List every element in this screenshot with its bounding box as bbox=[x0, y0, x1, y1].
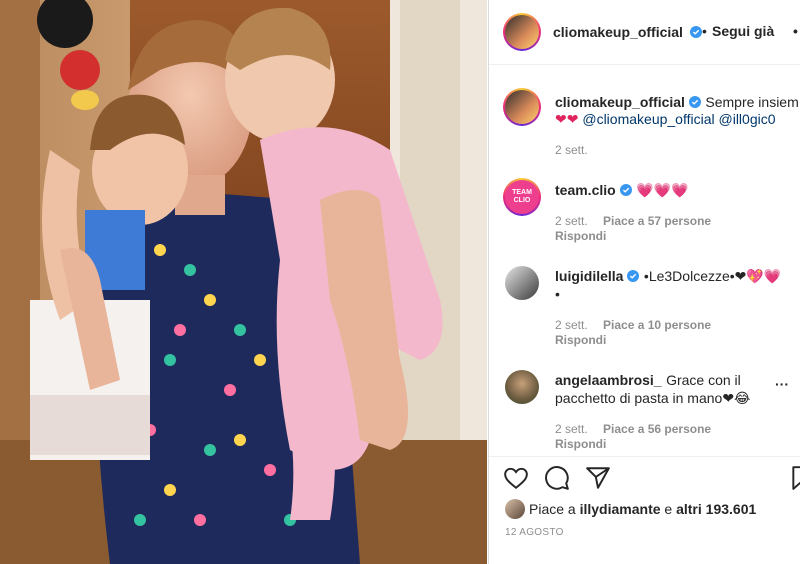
author-avatar-image bbox=[505, 15, 539, 49]
comment-2-username[interactable]: luigidilella bbox=[555, 268, 623, 284]
post-photo[interactable] bbox=[0, 0, 487, 564]
caption-line2: ❤❤ @cliomakeup_official @ill0gic0 bbox=[555, 111, 776, 128]
comment-2-likes[interactable]: Piace a 10 persone bbox=[603, 318, 711, 332]
comment-1-username[interactable]: team.clio bbox=[555, 182, 616, 198]
more-options-icon[interactable]: • bbox=[793, 23, 798, 39]
comment-2-text: •Le3Dolcezze•❤💖💗 bbox=[643, 268, 782, 284]
likes-summary: Piace a illydiamante e altri 193.601 bbox=[529, 501, 756, 517]
caption-avatar[interactable] bbox=[503, 88, 541, 126]
author-username[interactable]: cliomakeup_official bbox=[553, 24, 683, 40]
likes-user[interactable]: illydiamante bbox=[580, 501, 661, 517]
likes-middle: e bbox=[664, 501, 673, 517]
comment-avatar-angelaambrosi[interactable] bbox=[505, 370, 539, 404]
comment-3-text-line2: pacchetto di pasta in mano❤😂 bbox=[555, 390, 751, 406]
caption-mention-1[interactable]: @cliomakeup_official bbox=[582, 111, 714, 127]
header-dot: • bbox=[702, 23, 707, 39]
comment-2-time[interactable]: 2 sett. bbox=[555, 318, 588, 332]
caption-time[interactable]: 2 sett. bbox=[555, 143, 588, 157]
likes-prefix: Piace a bbox=[529, 501, 576, 517]
caption: cliomakeup_official Sempre insiem bbox=[555, 94, 800, 112]
comment-2-meta: 2 sett. Piace a 10 persone bbox=[555, 318, 711, 332]
comment-1: team.clio 💗💗💗 bbox=[555, 182, 688, 200]
comment-2-text-line2: • bbox=[555, 286, 560, 302]
comment-3-reply-button[interactable]: Rispondi bbox=[555, 437, 606, 451]
comment-3-text: Grace con il bbox=[666, 372, 741, 388]
post-header: cliomakeup_official • Segui già • bbox=[489, 0, 800, 65]
comment-3-username[interactable]: angelaambrosi_ bbox=[555, 372, 662, 388]
post-actions: Piace a illydiamante e altri 193.601 12 … bbox=[489, 456, 800, 564]
team-clio-logo-text: TEAM CLIO bbox=[512, 189, 532, 204]
share-paper-plane-icon[interactable] bbox=[585, 465, 611, 491]
caption-mention-2[interactable]: @ill0gic0 bbox=[719, 111, 776, 127]
team-clio-logo: TEAM CLIO bbox=[505, 180, 539, 214]
post-sidebar: cliomakeup_official • Segui già • clioma… bbox=[488, 0, 800, 564]
comment-avatar-team-clio[interactable]: TEAM CLIO bbox=[503, 178, 541, 216]
comment-bubble-icon[interactable] bbox=[544, 465, 570, 491]
author-avatar[interactable] bbox=[503, 13, 541, 51]
comment-2-verified-badge-icon bbox=[627, 270, 640, 282]
caption-username[interactable]: cliomakeup_official bbox=[555, 94, 685, 110]
caption-hearts: ❤❤ bbox=[555, 111, 579, 127]
comment-1-text: 💗💗💗 bbox=[636, 182, 689, 198]
comment-3: angelaambrosi_ Grace con il bbox=[555, 372, 741, 390]
caption-text: Sempre insiem bbox=[705, 94, 799, 110]
comment-1-meta: 2 sett. Piace a 57 persone bbox=[555, 214, 711, 228]
caption-avatar-image bbox=[505, 90, 539, 124]
caption-verified-badge-icon bbox=[688, 96, 701, 108]
comment-1-likes[interactable]: Piace a 57 persone bbox=[603, 214, 711, 228]
comment-3-more-options-icon[interactable]: ··· bbox=[775, 376, 789, 392]
like-heart-icon[interactable] bbox=[503, 465, 529, 491]
post-date[interactable]: 12 AGOSTO bbox=[505, 527, 564, 538]
post-image bbox=[0, 0, 487, 564]
comment-3-time[interactable]: 2 sett. bbox=[555, 422, 588, 436]
follow-button[interactable]: Segui già bbox=[712, 23, 774, 39]
save-bookmark-icon[interactable] bbox=[789, 465, 800, 491]
liker-avatar[interactable] bbox=[505, 499, 525, 519]
comment-1-time[interactable]: 2 sett. bbox=[555, 214, 588, 228]
comment-2: luigidilella •Le3Dolcezze•❤💖💗 bbox=[555, 268, 781, 286]
comment-2-reply-button[interactable]: Rispondi bbox=[555, 333, 606, 347]
comment-3-likes[interactable]: Piace a 56 persone bbox=[603, 422, 711, 436]
comment-1-verified-badge-icon bbox=[619, 184, 632, 196]
likes-others[interactable]: altri 193.601 bbox=[676, 501, 756, 517]
comment-avatar-luigidilella[interactable] bbox=[505, 266, 539, 300]
comment-1-reply-button[interactable]: Rispondi bbox=[555, 229, 606, 243]
comment-3-meta: 2 sett. Piace a 56 persone bbox=[555, 422, 711, 436]
verified-badge-icon bbox=[690, 26, 702, 38]
